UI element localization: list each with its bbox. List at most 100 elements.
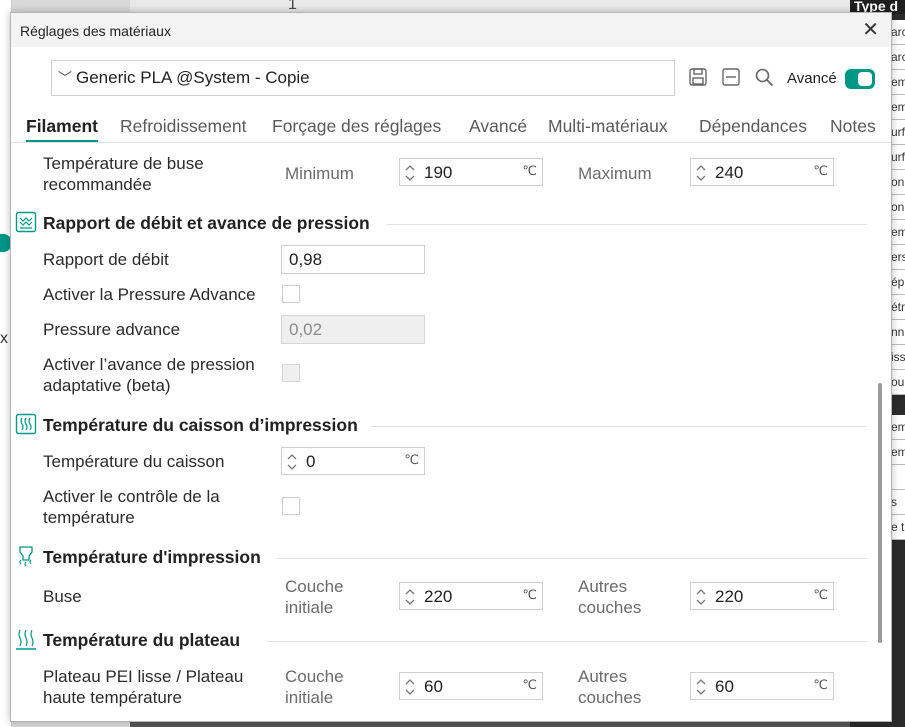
spin-arrows-icon[interactable] [695, 587, 707, 607]
celsius-unit: ℃ [813, 677, 828, 692]
nozzle-other-layers-value: 220 [715, 587, 744, 606]
bed-initial-layer-label-2: initiale [285, 688, 334, 707]
background-table-cell: nn [890, 320, 905, 345]
minimum-label: Minimum [285, 164, 354, 183]
vertical-scrollbar[interactable] [878, 383, 882, 643]
background-table-cell: s [890, 490, 905, 515]
celsius-unit: ℃ [404, 452, 419, 467]
background-table-cell: urf [890, 120, 905, 145]
nozzle-label: Buse [43, 587, 82, 606]
background-table-cell: e t [890, 515, 905, 540]
background-table-cell: arc [890, 20, 905, 45]
section-title-flow: Rapport de débit et avance de pression [43, 213, 370, 233]
background-table-cell: urf [890, 145, 905, 170]
pressure-advance-input[interactable]: 0,02 [281, 315, 425, 344]
search-icon[interactable] [754, 67, 774, 87]
spin-arrows-icon[interactable] [695, 677, 707, 697]
tab-notes[interactable]: Notes [830, 116, 876, 137]
bed-initial-layer-label-1: Couche [285, 667, 344, 686]
settings-content: Température de buse recommandée Minimum … [11, 144, 879, 721]
initial-layer-label-1: Couche [285, 577, 344, 596]
preset-name: Generic PLA @System - Copie [76, 68, 310, 87]
recommended-nozzle-temp-label-2: recommandée [43, 175, 152, 194]
background-table-cell: arc [890, 45, 905, 70]
background-left-fragment: x [0, 330, 8, 347]
background-table-cell [890, 465, 905, 490]
bed-other-layers-value: 60 [715, 677, 734, 696]
nozzle-min-temp-input[interactable]: 190 ℃ [399, 158, 543, 186]
settings-tabs: Filament Refroidissement Forçage des rég… [11, 113, 891, 143]
background-table-cell: on [890, 170, 905, 195]
advanced-mode-label: Avancé [787, 70, 837, 87]
tab-cooling[interactable]: Refroidissement [120, 116, 246, 137]
nozzle-other-layers-input[interactable]: 220 ℃ [690, 582, 834, 610]
tab-multimaterial[interactable]: Multi-matériaux [548, 116, 668, 137]
nozzle-initial-layer-input[interactable]: 220 ℃ [399, 582, 543, 610]
preset-selector[interactable]: ﹀ Generic PLA @System - Copie [51, 60, 675, 96]
chevron-down-icon: ﹀ [58, 70, 72, 86]
adaptive-pa-checkbox[interactable] [282, 364, 300, 382]
enable-pressure-advance-checkbox[interactable] [282, 285, 300, 303]
chamber-heat-icon [15, 413, 37, 435]
initial-layer-label-2: initiale [285, 598, 334, 617]
spin-arrows-icon[interactable] [695, 163, 707, 183]
spin-arrows-icon[interactable] [404, 677, 416, 697]
background-table-gap [890, 395, 905, 415]
dialog-titlebar: Réglages des matériaux ✕ [11, 13, 891, 47]
background-table-cell: on [890, 195, 905, 220]
tab-dependencies[interactable]: Dépendances [699, 116, 807, 137]
flow-ratio-input[interactable]: 0,98 [281, 245, 425, 274]
maximum-label: Maximum [578, 164, 652, 183]
tab-advanced[interactable]: Avancé [469, 116, 527, 137]
temp-control-label-1: Activer le contrôle de la [43, 487, 220, 506]
delete-preset-icon[interactable] [721, 67, 741, 87]
chamber-temp-label: Température du caisson [43, 452, 225, 471]
other-layers-label-1: Autres [578, 577, 628, 596]
background-table-cell: em [890, 220, 905, 245]
tab-filament[interactable]: Filament [26, 116, 98, 142]
spin-arrows-icon[interactable] [404, 587, 416, 607]
celsius-unit: ℃ [813, 163, 828, 178]
section-title-print-temp: Température d'impression [43, 547, 261, 567]
bed-other-layers-label-2: couches [578, 688, 642, 707]
material-settings-dialog: Réglages des matériaux ✕ ﹀ Generic PLA @S… [10, 12, 892, 722]
section-divider [371, 426, 867, 427]
close-icon[interactable]: ✕ [862, 19, 879, 41]
bed-other-layers-input[interactable]: 60 ℃ [690, 672, 834, 700]
save-icon[interactable] [688, 67, 708, 87]
flow-ratio-label: Rapport de débit [43, 250, 169, 269]
nozzle-initial-layer-value: 220 [424, 587, 453, 606]
background-table-cell: iss [890, 345, 905, 370]
celsius-unit: ℃ [522, 163, 537, 178]
adaptive-pa-label-1: Activer l’avance de pression [43, 355, 255, 374]
nozzle-max-temp-input[interactable]: 240 ℃ [690, 158, 834, 186]
bed-other-layers-label-1: Autres [578, 667, 628, 686]
nozzle-min-temp-value: 190 [424, 163, 453, 182]
celsius-unit: ℃ [522, 677, 537, 692]
flow-ratio-icon [15, 211, 37, 233]
background-table-cell: ép [890, 270, 905, 295]
section-divider [267, 641, 867, 642]
tab-setting-overrides[interactable]: Forçage des réglages [272, 116, 441, 137]
chamber-temp-value: 0 [306, 452, 316, 471]
nozzle-heat-icon [19, 546, 33, 567]
spin-arrows-icon[interactable] [404, 163, 416, 183]
background-table-cell: em [890, 70, 905, 95]
section-title-bed-temp: Température du plateau [43, 630, 241, 650]
chamber-temp-input[interactable]: 0 ℃ [281, 447, 425, 475]
bed-initial-layer-input[interactable]: 60 ℃ [399, 672, 543, 700]
spin-arrows-icon[interactable] [286, 452, 298, 472]
section-divider [387, 224, 867, 225]
bed-initial-layer-value: 60 [424, 677, 443, 696]
plate-type-label-2: haute température [43, 688, 182, 707]
bed-heat-icon [16, 629, 36, 650]
background-table-cell: ou [890, 370, 905, 395]
dialog-title: Réglages des matériaux [20, 23, 171, 39]
temp-control-checkbox[interactable] [282, 497, 300, 515]
background-table-cell: em [890, 440, 905, 465]
background-table-cell: ers [890, 245, 905, 270]
section-divider [277, 558, 867, 559]
advanced-mode-toggle[interactable] [845, 69, 875, 89]
other-layers-label-2: couches [578, 598, 642, 617]
background-table-cell: em [890, 415, 905, 440]
